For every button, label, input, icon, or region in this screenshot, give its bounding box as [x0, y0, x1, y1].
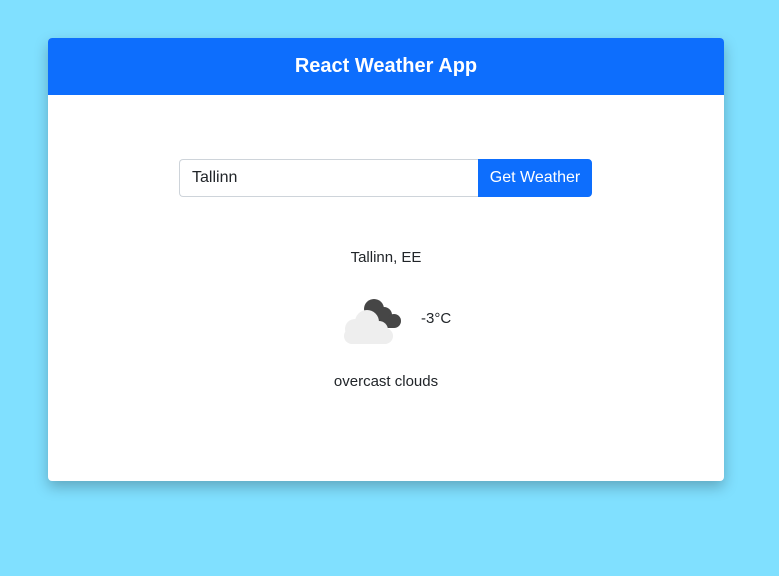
overcast-clouds-icon — [344, 299, 401, 344]
get-weather-button[interactable]: Get Weather — [478, 159, 592, 197]
temperature-value: -3°C — [421, 309, 452, 327]
location-label: Tallinn, EE — [350, 249, 422, 266]
app-header: React Weather App — [48, 38, 724, 95]
weather-card: React Weather App Get Weather Tallinn, E… — [48, 38, 724, 481]
app-title: React Weather App — [294, 55, 478, 77]
weather-description: overcast clouds — [333, 373, 439, 390]
city-search-input[interactable] — [179, 159, 478, 197]
weather-summary: -3°C — [334, 292, 451, 344]
search-form: Get Weather — [179, 159, 592, 197]
